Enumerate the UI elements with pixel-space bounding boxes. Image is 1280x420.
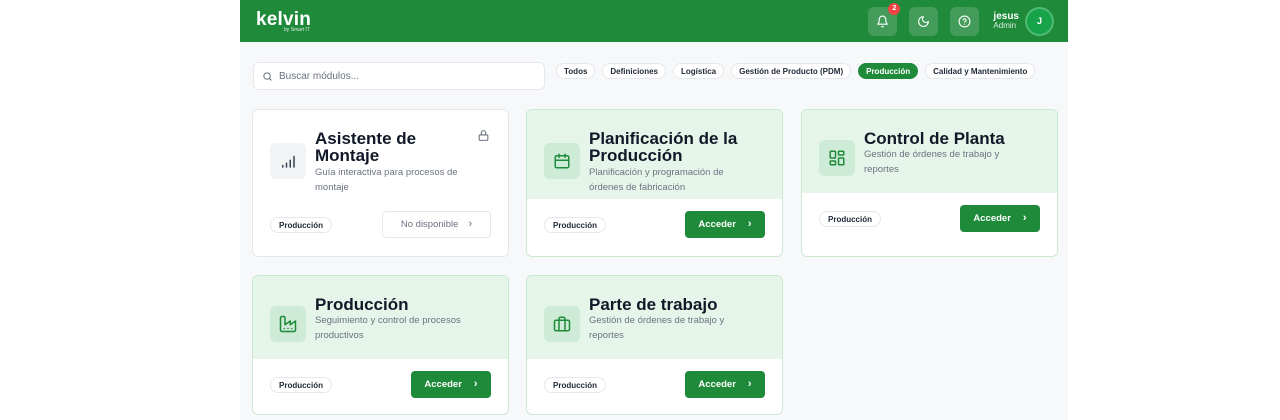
avatar[interactable]: J xyxy=(1025,6,1054,36)
logo[interactable]: kelvin by Smart IT xyxy=(256,10,311,33)
card-description: Planificación y programación de órdenes … xyxy=(589,167,724,193)
category-filters: Todos Definiciones Logística Gestión de … xyxy=(556,63,1036,79)
chevron-right-icon: › xyxy=(1022,212,1027,224)
module-card-asistente-montaje: Asistente de Montaje Guía interactiva pa… xyxy=(252,109,509,257)
lock-icon xyxy=(478,130,489,141)
calendar-icon xyxy=(554,153,570,169)
card-icon-box xyxy=(270,306,306,342)
logo-text: kelvin xyxy=(256,8,312,30)
search-box[interactable] xyxy=(253,62,545,90)
module-card-control-planta: Control de Planta Gestión de órdenes de … xyxy=(801,109,1058,257)
chevron-right-icon: › xyxy=(747,378,752,390)
button-label: Acceder xyxy=(698,379,736,390)
category-tag: Producción xyxy=(544,217,607,233)
filter-calidad-mantenimiento[interactable]: Calidad y Mantenimiento xyxy=(925,63,1036,79)
card-header: Planificación de la Producción Planifica… xyxy=(527,110,782,199)
card-header: Asistente de Montaje Guía interactiva pa… xyxy=(253,110,508,199)
filter-pdm[interactable]: Gestión de Producto (PDM) xyxy=(731,63,852,79)
filter-definiciones[interactable]: Definiciones xyxy=(602,63,666,79)
module-card-parte-trabajo: Parte de trabajo Gestión de órdenes de t… xyxy=(526,275,783,415)
user-info: jesus Admin xyxy=(993,11,1019,31)
category-tag: Producción xyxy=(270,217,333,233)
card-header: Producción Seguimiento y control de proc… xyxy=(253,276,508,359)
help-button[interactable] xyxy=(950,6,980,36)
category-tag: Producción xyxy=(544,377,607,393)
help-circle-icon xyxy=(958,15,971,27)
card-title: Asistente de Montaje xyxy=(315,129,417,165)
category-tag: Producción xyxy=(819,211,882,227)
button-label: Acceder xyxy=(973,213,1011,224)
button-label: No disponible xyxy=(400,219,459,230)
button-label: Acceder xyxy=(698,219,736,230)
access-button[interactable]: Acceder › xyxy=(685,371,765,398)
bell-icon xyxy=(877,15,889,27)
user-role: Admin xyxy=(993,21,1017,31)
chevron-right-icon: › xyxy=(473,378,478,390)
card-description: Gestión de órdenes de trabajo y reportes xyxy=(589,315,725,341)
search-icon xyxy=(263,71,272,81)
search-input[interactable] xyxy=(279,70,529,82)
card-title: Parte de trabajo xyxy=(589,295,718,314)
dashboard-grid-icon xyxy=(829,150,845,166)
card-header: Parte de trabajo Gestión de órdenes de t… xyxy=(527,276,782,359)
theme-toggle-button[interactable] xyxy=(909,6,939,36)
filter-produccion[interactable]: Producción xyxy=(858,63,919,79)
card-icon-box xyxy=(544,143,580,179)
card-icon-box xyxy=(270,143,306,179)
user-menu[interactable]: jesus Admin J xyxy=(993,6,1054,36)
module-card-planificacion: Planificación de la Producción Planifica… xyxy=(526,109,783,257)
factory-icon xyxy=(279,315,297,333)
header-actions: 2 jesus Admin J xyxy=(868,2,1054,36)
notifications-button[interactable]: 2 xyxy=(868,2,901,36)
card-description: Gestión de órdenes de trabajo y reportes xyxy=(864,149,1000,175)
card-icon-box xyxy=(544,306,580,342)
filter-todos[interactable]: Todos xyxy=(556,63,596,79)
moon-icon xyxy=(918,15,930,27)
card-header: Control de Planta Gestión de órdenes de … xyxy=(802,110,1057,193)
access-button[interactable]: Acceder › xyxy=(960,205,1040,232)
logo-subtitle: by Smart IT xyxy=(284,26,310,33)
filter-logistica[interactable]: Logística xyxy=(672,63,725,79)
category-tag: Producción xyxy=(270,377,333,393)
access-button[interactable]: Acceder › xyxy=(411,371,491,398)
chevron-right-icon: › xyxy=(747,218,752,230)
top-header: kelvin by Smart IT 2 jesus Admin J xyxy=(240,0,1068,42)
card-description: Seguimiento y control de procesos produc… xyxy=(315,315,461,341)
card-title: Planificación de la Producción xyxy=(589,129,738,165)
app-frame: kelvin by Smart IT 2 jesus Admin J Busca… xyxy=(240,0,1068,420)
card-title: Producción xyxy=(315,295,409,314)
card-description: Guía interactiva para procesos de montaj… xyxy=(315,167,458,193)
notification-badge: 2 xyxy=(888,2,901,15)
briefcase-icon xyxy=(553,316,571,332)
button-label: Acceder xyxy=(424,379,462,390)
access-button[interactable]: Acceder › xyxy=(685,211,765,238)
signal-bars-icon xyxy=(282,155,295,168)
card-title: Control de Planta xyxy=(864,129,1005,148)
card-icon-box xyxy=(819,140,855,176)
unavailable-button[interactable]: No disponible › xyxy=(382,211,491,238)
chevron-right-icon: › xyxy=(468,218,473,230)
module-card-produccion: Producción Seguimiento y control de proc… xyxy=(252,275,509,415)
